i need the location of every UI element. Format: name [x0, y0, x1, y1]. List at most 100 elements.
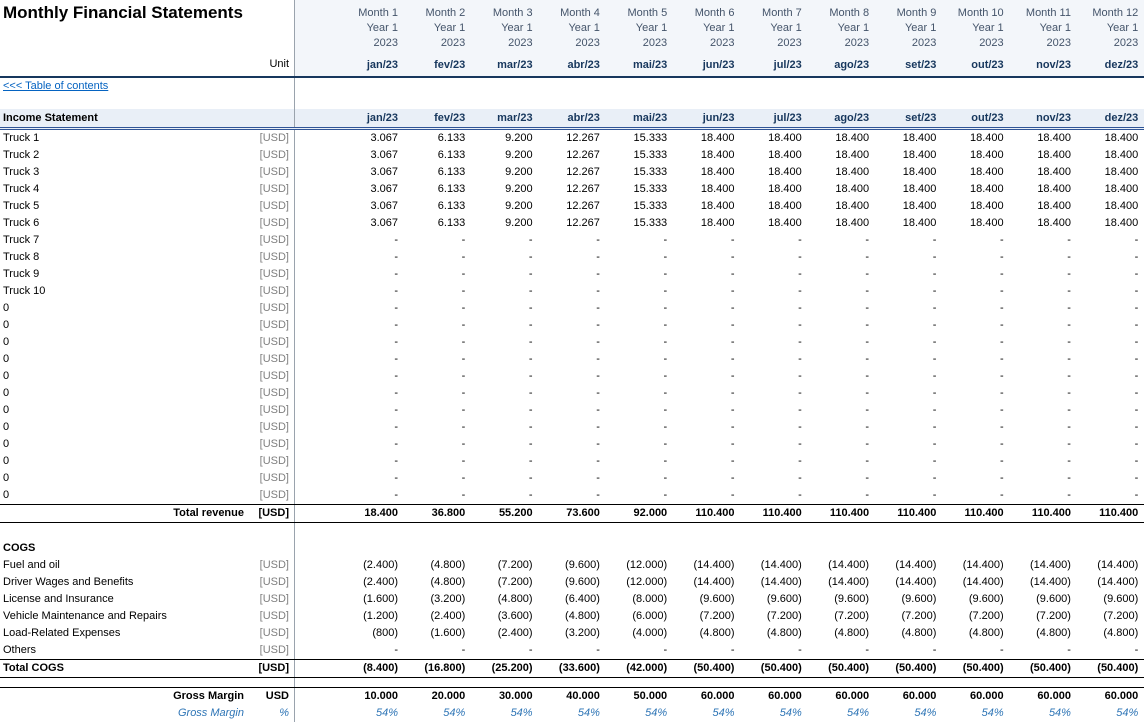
value-cell[interactable]: 60.000	[673, 688, 740, 705]
value-cell[interactable]: -	[740, 351, 807, 368]
value-cell[interactable]: -	[295, 266, 404, 283]
value-cell[interactable]: -	[1077, 317, 1144, 334]
value-cell[interactable]: (14.400)	[875, 557, 942, 574]
value-cell[interactable]: -	[942, 470, 1009, 487]
value-cell[interactable]	[606, 523, 673, 540]
value-cell[interactable]: 10.000	[295, 688, 404, 705]
value-cell[interactable]: -	[740, 487, 807, 504]
month-column-cell[interactable]: Month 12Year 12023dez/23	[1077, 0, 1144, 76]
value-cell[interactable]: (50.400)	[673, 660, 740, 677]
value-cell[interactable]: -	[808, 419, 875, 436]
value-cell[interactable]: -	[808, 402, 875, 419]
value-cell[interactable]: -	[471, 436, 538, 453]
row-unit[interactable]: [USD]	[250, 470, 295, 487]
value-cell[interactable]: 18.400	[808, 130, 875, 147]
value-cell[interactable]: 54%	[295, 705, 404, 722]
value-cell[interactable]: 18.400	[1077, 215, 1144, 232]
value-cell[interactable]	[673, 678, 740, 687]
value-cell[interactable]: (7.200)	[471, 574, 538, 591]
value-cell[interactable]: (9.600)	[740, 591, 807, 608]
value-cell[interactable]: -	[471, 232, 538, 249]
value-cell[interactable]: (4.800)	[942, 625, 1009, 642]
value-cell[interactable]: 12.267	[539, 164, 606, 181]
value-cell[interactable]: (4.800)	[875, 625, 942, 642]
value-cell[interactable]: -	[1077, 249, 1144, 266]
value-cell[interactable]: 6.133	[404, 147, 471, 164]
value-cell[interactable]: (12.000)	[606, 557, 673, 574]
value-cell[interactable]: (14.400)	[1010, 574, 1077, 591]
value-cell[interactable]: -	[404, 300, 471, 317]
value-cell[interactable]: -	[942, 368, 1009, 385]
row-unit[interactable]: [USD]	[250, 608, 295, 625]
value-cell[interactable]: 50.000	[606, 688, 673, 705]
value-cell[interactable]: -	[471, 487, 538, 504]
value-cell[interactable]: (9.600)	[808, 591, 875, 608]
value-cell[interactable]: 54%	[606, 705, 673, 722]
row-label[interactable]: Truck 1	[0, 130, 250, 147]
value-cell[interactable]: -	[295, 317, 404, 334]
value-cell[interactable]	[404, 678, 471, 687]
value-cell[interactable]: 12.267	[539, 181, 606, 198]
value-cell[interactable]	[295, 523, 404, 540]
row-unit[interactable]: [USD]	[250, 642, 295, 659]
value-cell[interactable]: 55.200	[471, 505, 538, 522]
value-cell[interactable]: 18.400	[875, 181, 942, 198]
value-cell[interactable]: 18.400	[1077, 164, 1144, 181]
value-cell[interactable]: -	[942, 351, 1009, 368]
value-cell[interactable]: 18.400	[1010, 130, 1077, 147]
value-cell[interactable]: -	[606, 385, 673, 402]
row-unit[interactable]: %	[250, 705, 295, 722]
value-cell[interactable]: 12.267	[539, 147, 606, 164]
row-unit[interactable]: [USD]	[250, 419, 295, 436]
value-cell[interactable]: 18.400	[942, 147, 1009, 164]
value-cell[interactable]: -	[673, 317, 740, 334]
value-cell[interactable]: -	[295, 642, 404, 659]
row-label[interactable]: Truck 9	[0, 266, 250, 283]
value-cell[interactable]: 18.400	[740, 198, 807, 215]
date-header-cell[interactable]: jan/23	[295, 109, 404, 127]
value-cell[interactable]: -	[1077, 436, 1144, 453]
month-column-cell[interactable]: Month 9Year 12023set/23	[875, 0, 942, 76]
value-cell[interactable]: -	[404, 368, 471, 385]
value-cell[interactable]: 6.133	[404, 215, 471, 232]
value-cell[interactable]: 18.400	[673, 215, 740, 232]
value-cell[interactable]: -	[1077, 283, 1144, 300]
value-cell[interactable]: 18.400	[875, 164, 942, 181]
value-cell[interactable]	[606, 678, 673, 687]
value-cell[interactable]: 92.000	[606, 505, 673, 522]
value-cell[interactable]: (14.400)	[942, 557, 1009, 574]
value-cell[interactable]: -	[740, 436, 807, 453]
value-cell[interactable]: -	[875, 487, 942, 504]
row-label[interactable]: Vehicle Maintenance and Repairs	[0, 608, 250, 625]
value-cell[interactable]: -	[875, 385, 942, 402]
value-cell[interactable]: -	[606, 232, 673, 249]
value-cell[interactable]: -	[1077, 642, 1144, 659]
value-cell[interactable]: -	[808, 266, 875, 283]
value-cell[interactable]: -	[942, 283, 1009, 300]
value-cell[interactable]	[740, 523, 807, 540]
value-cell[interactable]: 18.400	[1077, 147, 1144, 164]
date-header-cell[interactable]: abr/23	[539, 109, 606, 127]
value-cell[interactable]: -	[1010, 232, 1077, 249]
value-cell[interactable]: -	[673, 453, 740, 470]
value-cell[interactable]: -	[942, 300, 1009, 317]
value-cell[interactable]: -	[1010, 642, 1077, 659]
value-cell[interactable]: 18.400	[1077, 198, 1144, 215]
value-cell[interactable]: 60.000	[1010, 688, 1077, 705]
value-cell[interactable]: -	[295, 300, 404, 317]
value-cell[interactable]: -	[295, 436, 404, 453]
value-cell[interactable]: 110.400	[1010, 505, 1077, 522]
value-cell[interactable]: -	[404, 402, 471, 419]
value-cell[interactable]: -	[942, 642, 1009, 659]
value-cell[interactable]: -	[471, 317, 538, 334]
value-cell[interactable]: 18.400	[673, 147, 740, 164]
value-cell[interactable]: -	[606, 317, 673, 334]
value-cell[interactable]: 18.400	[1010, 181, 1077, 198]
value-cell[interactable]	[606, 540, 673, 557]
value-cell[interactable]: -	[1077, 368, 1144, 385]
value-cell[interactable]: -	[606, 334, 673, 351]
value-cell[interactable]: -	[1010, 266, 1077, 283]
month-column-cell[interactable]: Month 6Year 12023jun/23	[673, 0, 740, 76]
value-cell[interactable]	[539, 540, 606, 557]
value-cell[interactable]	[295, 540, 404, 557]
